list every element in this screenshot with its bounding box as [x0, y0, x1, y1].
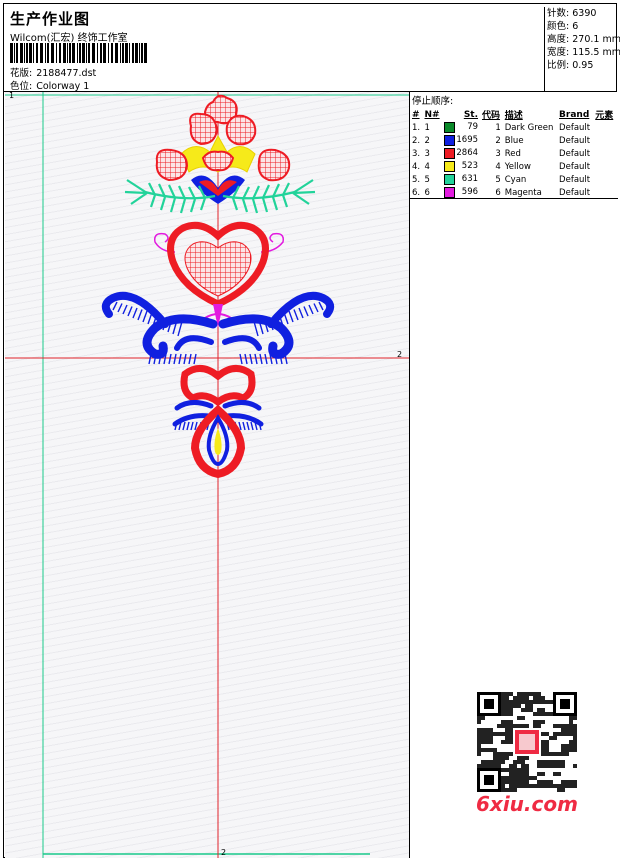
color-sequence-table: # N# St. 代码 描述 Brand 元素 1. 1 79 1 Dark Green…	[410, 108, 616, 199]
cell-brand: Default	[559, 135, 591, 146]
color-swatch	[444, 161, 456, 172]
axis-label-right: 2	[397, 350, 403, 359]
cell-brand: Default	[559, 187, 591, 198]
cell-stitches: 2864	[456, 148, 479, 158]
table-row[interactable]: 1. 1 79 1 Dark Green Default	[410, 121, 616, 134]
page-title: 生产作业图	[10, 10, 91, 28]
barcode	[10, 43, 147, 63]
table-divider	[410, 198, 618, 199]
cell-idx: 3.	[412, 148, 421, 159]
cell-stitches: 523	[461, 161, 479, 171]
cell-idx: 6.	[412, 187, 421, 198]
cell-code: 1	[495, 122, 501, 133]
cell-desc: Yellow	[504, 161, 531, 172]
cell-brand: Default	[559, 174, 591, 185]
cell-n: 4	[424, 161, 430, 172]
cell-code: 4	[495, 161, 501, 172]
production-worksheet: 生产作业图 Wilcom(汇宏) 终饰工作室 花版: 2188477.dst 色位…	[3, 3, 620, 858]
cell-idx: 2.	[412, 135, 421, 146]
table-header-row: # N# St. 代码 描述 Brand 元素	[412, 109, 614, 122]
cell-brand: Default	[559, 148, 591, 159]
color-swatch	[444, 174, 456, 185]
cell-stitches: 79	[467, 122, 479, 132]
cell-code: 6	[495, 187, 501, 198]
cell-code: 2	[495, 135, 501, 146]
qr-code	[473, 688, 581, 804]
cell-desc: Cyan	[504, 174, 527, 185]
stop-sequence-title: 停止顺序:	[412, 96, 454, 107]
color-swatch	[444, 187, 456, 198]
cell-stitches: 596	[461, 187, 479, 197]
table-row[interactable]: 4. 4 523 4 Yellow Default	[410, 160, 616, 173]
colorway-row: 色位: Colorway 1	[10, 78, 93, 92]
cell-desc: Dark Green	[504, 122, 554, 133]
design-file-row: 花版: 2188477.dst	[10, 65, 100, 79]
watermark-text: 6xiu.com	[476, 792, 578, 816]
cell-idx: 1.	[412, 122, 421, 133]
cell-desc: Blue	[504, 135, 524, 146]
design-stats: 针数: 6390 颜色: 6 高度: 270.1 mm 宽度: 115.5 mm…	[544, 7, 620, 91]
axis-label-left: 1	[9, 92, 15, 100]
cell-brand: Default	[559, 122, 591, 133]
cell-stitches: 631	[461, 174, 479, 184]
cell-n: 5	[424, 174, 430, 185]
design-canvas[interactable]: 1 2 2	[5, 92, 409, 858]
table-row[interactable]: 5. 5 631 5 Cyan Default	[410, 173, 616, 186]
color-sequence-panel: 停止顺序: # N# St. 代码 描述 Brand 元素 1. 1 79 1 Dark…	[409, 92, 618, 858]
table-row[interactable]: 2. 2 1695 2 Blue Default	[410, 134, 616, 147]
cell-desc: Red	[504, 148, 521, 159]
cell-idx: 4.	[412, 161, 421, 172]
company-name: Wilcom(汇宏) 终饰工作室	[10, 33, 128, 44]
cell-brand: Default	[559, 161, 591, 172]
color-swatch	[444, 122, 456, 133]
color-swatch	[444, 135, 456, 146]
cell-code: 5	[495, 174, 501, 185]
cell-code: 3	[495, 148, 501, 159]
axis-label-bottom: 2	[221, 848, 227, 857]
cell-n: 1	[424, 122, 430, 133]
header-info: 生产作业图 Wilcom(汇宏) 终饰工作室 花版: 2188477.dst 色位…	[8, 7, 540, 92]
cell-n: 3	[424, 148, 430, 159]
cell-desc: Magenta	[504, 187, 542, 198]
stat-width: 宽度: 115.5 mm	[547, 47, 620, 58]
stat-stitches: 针数: 6390	[547, 8, 597, 19]
embroidery-preview	[5, 92, 409, 858]
stat-height: 高度: 270.1 mm	[547, 34, 620, 45]
stat-colors: 颜色: 6	[547, 21, 579, 32]
cell-idx: 5.	[412, 174, 421, 185]
embroidery-motif	[101, 94, 335, 479]
stat-scale: 比例: 0.95	[547, 60, 594, 71]
cell-n: 6	[424, 187, 430, 198]
cell-n: 2	[424, 135, 430, 146]
table-row[interactable]: 3. 3 2864 3 Red Default	[410, 147, 616, 160]
cell-stitches: 1695	[456, 135, 479, 145]
color-swatch	[444, 148, 456, 159]
